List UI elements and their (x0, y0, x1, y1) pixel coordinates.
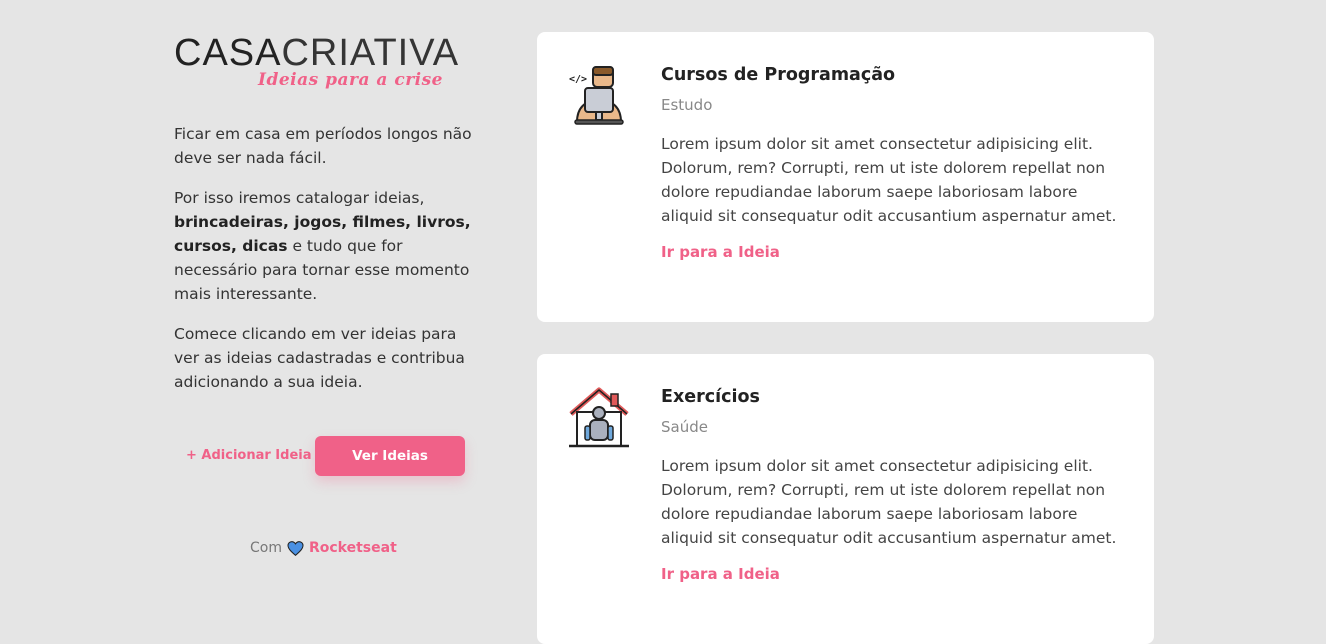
footer-prefix: Com (250, 540, 282, 556)
actions: + Adicionar Ideia Ver Ideias (174, 436, 484, 476)
programmer-icon: </> (567, 64, 631, 128)
card-title: Exercícios (661, 387, 760, 407)
footer-credit: Com Rocketseat (250, 540, 397, 556)
view-ideas-button[interactable]: Ver Ideias (315, 436, 465, 476)
logo[interactable]: CASACRIATIVA Ideias para a crise (174, 34, 484, 90)
card-title: Cursos de Programação (661, 65, 896, 85)
card-description: Lorem ipsum dolor sit amet consectetur a… (661, 457, 1117, 547)
idea-card: </> Cursos de Programação Estudo Lorem i… (537, 32, 1154, 322)
intro-text: Ficar em casa em períodos longos não dev… (174, 122, 474, 394)
heart-icon (287, 540, 304, 556)
home-exercise-icon (567, 386, 631, 450)
intro-paragraph-1: Ficar em casa em períodos longos não dev… (174, 125, 472, 167)
go-to-idea-link[interactable]: Ir para a Ideia (661, 243, 780, 261)
svg-text:</>: </> (569, 74, 587, 85)
card-category: Saúde (661, 418, 708, 436)
footer-brand-link[interactable]: Rocketseat (309, 540, 397, 556)
intro-paragraph-3: Comece clicando em ver ideias para ver a… (174, 325, 465, 391)
idea-card: Exercícios Saúde Lorem ipsum dolor sit a… (537, 354, 1154, 644)
sidebar: CASACRIATIVA Ideias para a crise Ficar e… (174, 34, 484, 556)
logo-title-bold: CASA (174, 32, 282, 74)
intro-p2-start: Por isso iremos catalogar ideias, (174, 189, 425, 207)
go-to-idea-link[interactable]: Ir para a Ideia (661, 565, 780, 583)
add-idea-button[interactable]: + Adicionar Ideia (186, 448, 312, 463)
intro-paragraph-2: Por isso iremos catalogar ideias, brinca… (174, 186, 474, 306)
logo-title-light: CRIATIVA (281, 32, 460, 74)
card-body: Cursos de Programação Estudo Lorem ipsum… (661, 64, 1121, 261)
card-description: Lorem ipsum dolor sit amet consectetur a… (661, 135, 1117, 225)
card-body: Exercícios Saúde Lorem ipsum dolor sit a… (661, 386, 1121, 583)
logo-title: CASACRIATIVA (174, 34, 484, 72)
card-category: Estudo (661, 96, 713, 114)
